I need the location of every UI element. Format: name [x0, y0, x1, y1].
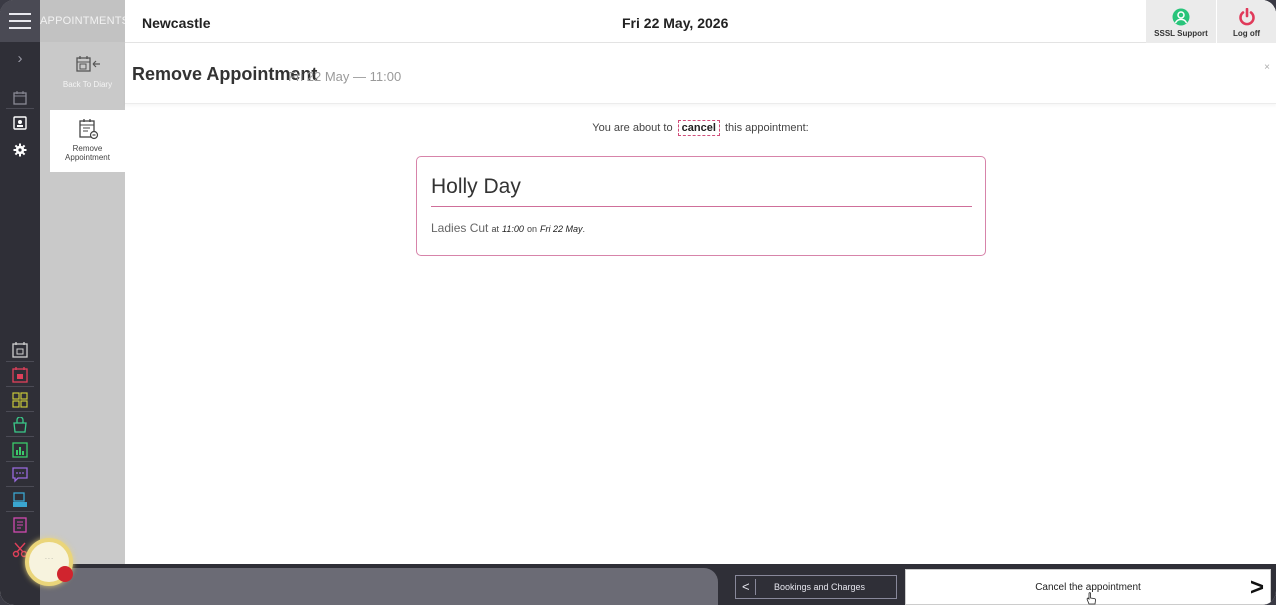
card-divider: [431, 206, 972, 207]
section-label: APPOINTMENTS: [40, 0, 129, 42]
back-to-diary-icon: [75, 56, 100, 72]
remove-appointment-label: Remove Appointment: [65, 144, 110, 162]
till-icon[interactable]: [10, 490, 30, 510]
appointment-detail: Ladies Cut at 11:00 on Fri 22 May.: [431, 221, 585, 235]
remove-appointment-icon: [78, 119, 98, 140]
hand-cursor-icon: [1086, 592, 1096, 605]
app-window: › APPOINTMENTS Back To Diary Remove Appo…: [0, 0, 1276, 605]
appointment-time: 11:00: [502, 224, 524, 234]
settings-icon[interactable]: [10, 140, 30, 160]
back-to-diary-label: Back To Diary: [62, 80, 113, 89]
chevron-left-icon: <: [742, 579, 750, 594]
calendar-icon[interactable]: [10, 340, 30, 360]
page-subtitle: Fri 22 May — 11:00: [288, 69, 402, 84]
side-menu: APPOINTMENTS Back To Diary Remove Appoin…: [40, 0, 129, 605]
support-label: SSSL Support: [1154, 29, 1208, 38]
client-name: Holly Day: [431, 175, 521, 198]
expand-chevron-icon[interactable]: ›: [0, 44, 40, 84]
log-off-label: Log off: [1232, 29, 1261, 38]
basket-icon[interactable]: [10, 415, 30, 435]
location-name: Newcastle: [142, 15, 211, 31]
floating-widget-button[interactable]: · · ·: [25, 538, 73, 586]
document-icon[interactable]: [10, 515, 30, 535]
header-date: Fri 22 May, 2026: [622, 15, 729, 31]
appointment-card: Holly Day Ladies Cut at 11:00 on Fri 22 …: [416, 156, 986, 256]
service-name: Ladies Cut: [431, 221, 489, 235]
detail-on: on: [526, 224, 537, 234]
hamburger-menu-icon[interactable]: [0, 0, 40, 42]
detail-end: .: [582, 224, 586, 234]
log-off-button[interactable]: Log off: [1216, 0, 1276, 43]
notification-dot: [57, 566, 73, 582]
remove-appointment-menu-item[interactable]: Remove Appointment: [50, 110, 125, 172]
cancel-notice: You are about to cancel this appointment…: [125, 120, 1276, 136]
notice-after: this appointment:: [724, 122, 809, 134]
support-user-icon: [1172, 8, 1190, 26]
chevron-right-icon: >: [1249, 574, 1264, 601]
title-bar: Remove Appointment Fri 22 May — 11:00 ×: [125, 44, 1276, 104]
diary-icon[interactable]: [10, 88, 30, 108]
report-icon[interactable]: [10, 440, 30, 460]
notice-keyword: cancel: [677, 120, 720, 136]
bookings-and-charges-label: Bookings and Charges: [774, 582, 866, 592]
appointment-day: Fri 22 May: [540, 224, 583, 234]
detail-at: at: [491, 224, 499, 234]
icon-rail: ›: [0, 0, 40, 605]
back-to-diary-button[interactable]: Back To Diary: [50, 46, 125, 106]
calendar-red-icon[interactable]: [10, 365, 30, 385]
header-bar: Newcastle Fri 22 May, 2026 SSSL Support …: [125, 0, 1276, 43]
contacts-icon[interactable]: [10, 113, 30, 133]
chat-icon[interactable]: [10, 465, 30, 485]
sssl-support-button[interactable]: SSSL Support: [1146, 0, 1216, 43]
footer-left-panel: [40, 568, 718, 605]
notice-before: You are about to: [592, 122, 673, 134]
power-icon: [1238, 8, 1255, 26]
bookings-and-charges-button[interactable]: < Bookings and Charges: [735, 575, 897, 599]
close-icon[interactable]: ×: [1264, 62, 1270, 73]
grid-icon[interactable]: [10, 390, 30, 410]
